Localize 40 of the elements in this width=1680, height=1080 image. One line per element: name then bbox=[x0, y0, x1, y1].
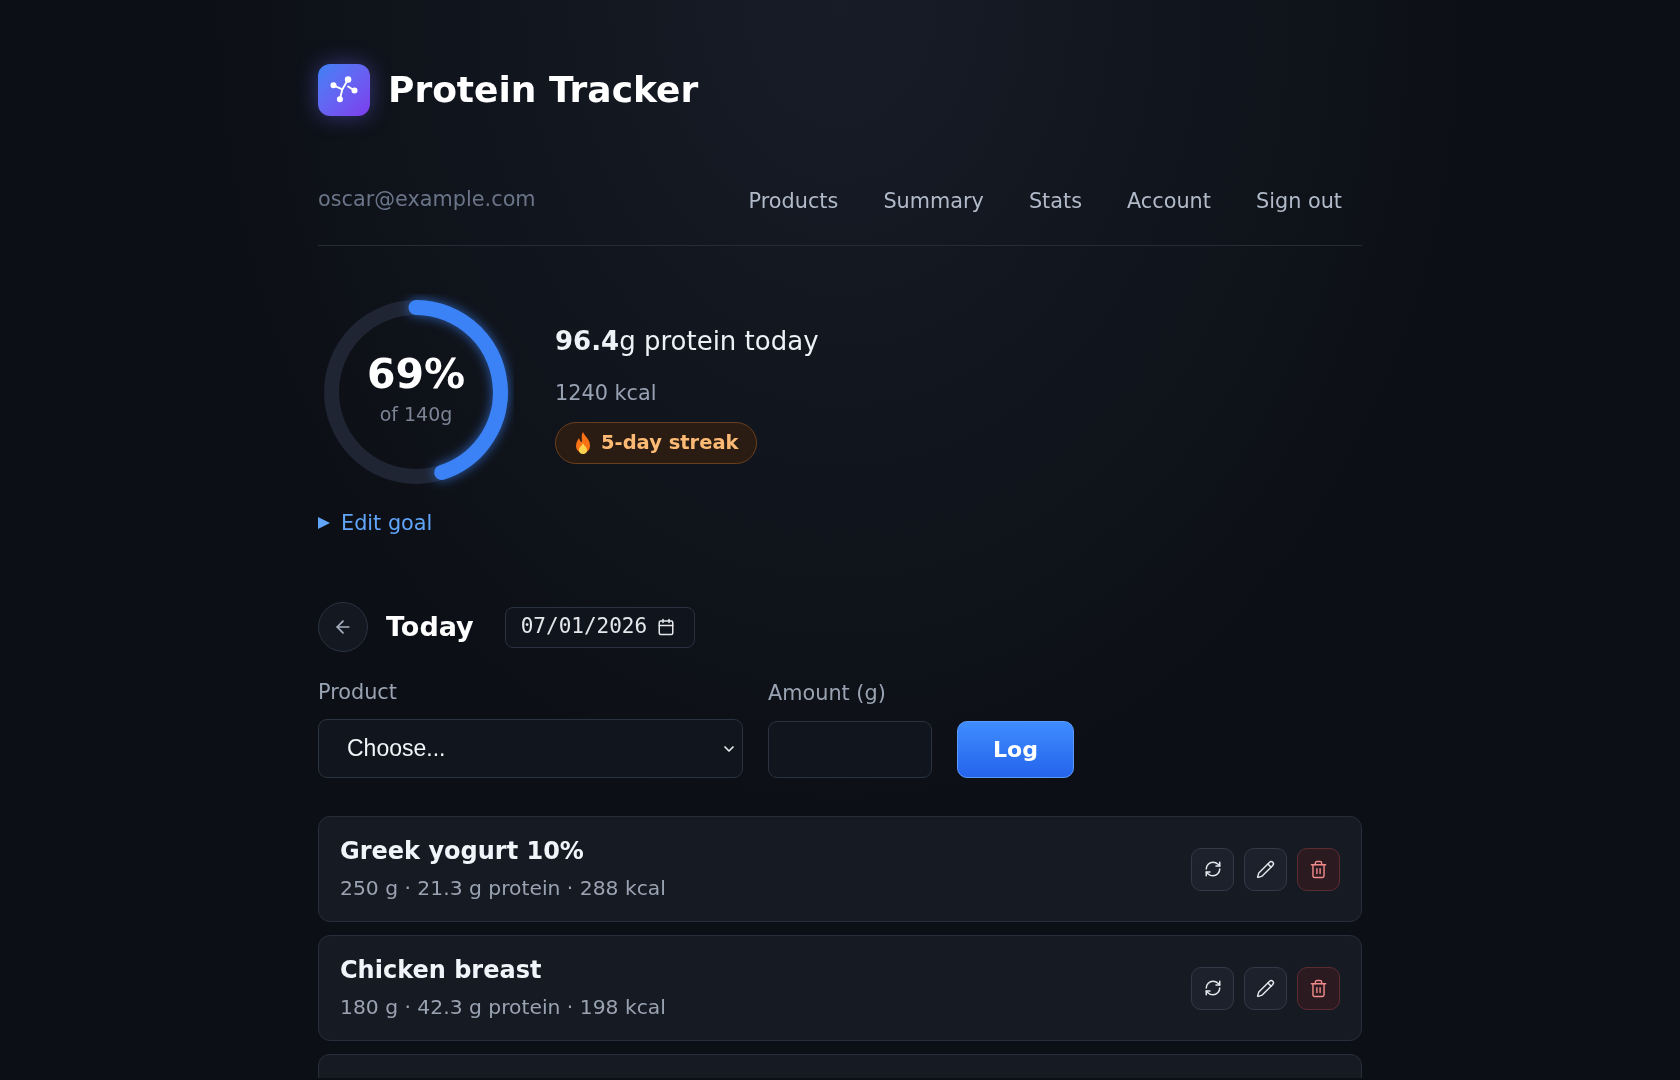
day-title: Today bbox=[386, 610, 474, 644]
pencil-icon bbox=[1256, 978, 1275, 998]
nav-link[interactable]: Stats bbox=[1018, 187, 1092, 215]
nav-link[interactable]: Products bbox=[738, 187, 849, 215]
percent-text: 69% bbox=[366, 352, 466, 396]
entry-details: 250 g · 21.3 g protein · 288 kcal bbox=[340, 875, 666, 902]
back-button[interactable] bbox=[318, 602, 368, 652]
nav-link[interactable]: Sign out bbox=[1245, 187, 1352, 215]
delete-button[interactable] bbox=[1297, 847, 1340, 891]
edit-button[interactable] bbox=[1244, 966, 1287, 1010]
logo-icon bbox=[318, 64, 370, 116]
entry-details: 180 g · 42.3 g protein · 198 kcal bbox=[340, 994, 666, 1021]
product-select[interactable]: Choose... bbox=[318, 719, 743, 778]
entry-name: Greek yogurt 10% bbox=[340, 836, 585, 867]
pencil-icon bbox=[1256, 859, 1275, 879]
date-field[interactable]: 07/01/2026 bbox=[504, 606, 695, 648]
edit-button[interactable] bbox=[1244, 847, 1287, 891]
user-email: oscar@example.com bbox=[318, 186, 536, 213]
edit-goal-toggle[interactable]: Edit goal bbox=[318, 508, 433, 538]
entry-name: Chicken breast bbox=[340, 955, 543, 986]
trash-icon bbox=[1309, 978, 1328, 998]
field-label: Amount (g) bbox=[768, 680, 887, 707]
refresh-icon bbox=[1203, 860, 1222, 878]
protein-today: 96.4g protein today bbox=[555, 324, 819, 358]
trash-icon bbox=[1309, 859, 1328, 879]
flame-icon bbox=[573, 430, 593, 455]
goal-text: of 140g bbox=[379, 402, 453, 426]
nav-link[interactable]: Account bbox=[1117, 187, 1221, 215]
refresh-button[interactable] bbox=[1191, 966, 1234, 1010]
refresh-icon bbox=[1203, 979, 1222, 997]
kcal-text: 1240 kcal bbox=[555, 379, 657, 407]
calendar-icon bbox=[657, 618, 676, 636]
field-label: Product bbox=[318, 679, 398, 706]
refresh-button[interactable] bbox=[1191, 847, 1234, 891]
delete-button[interactable] bbox=[1297, 966, 1340, 1010]
app-title: Protein Tracker bbox=[388, 68, 699, 112]
amount-field[interactable] bbox=[768, 721, 932, 778]
log-button[interactable]: Log bbox=[957, 721, 1074, 778]
nav-link[interactable]: Summary bbox=[873, 187, 994, 215]
streak-text: 5-day streak bbox=[601, 429, 739, 456]
